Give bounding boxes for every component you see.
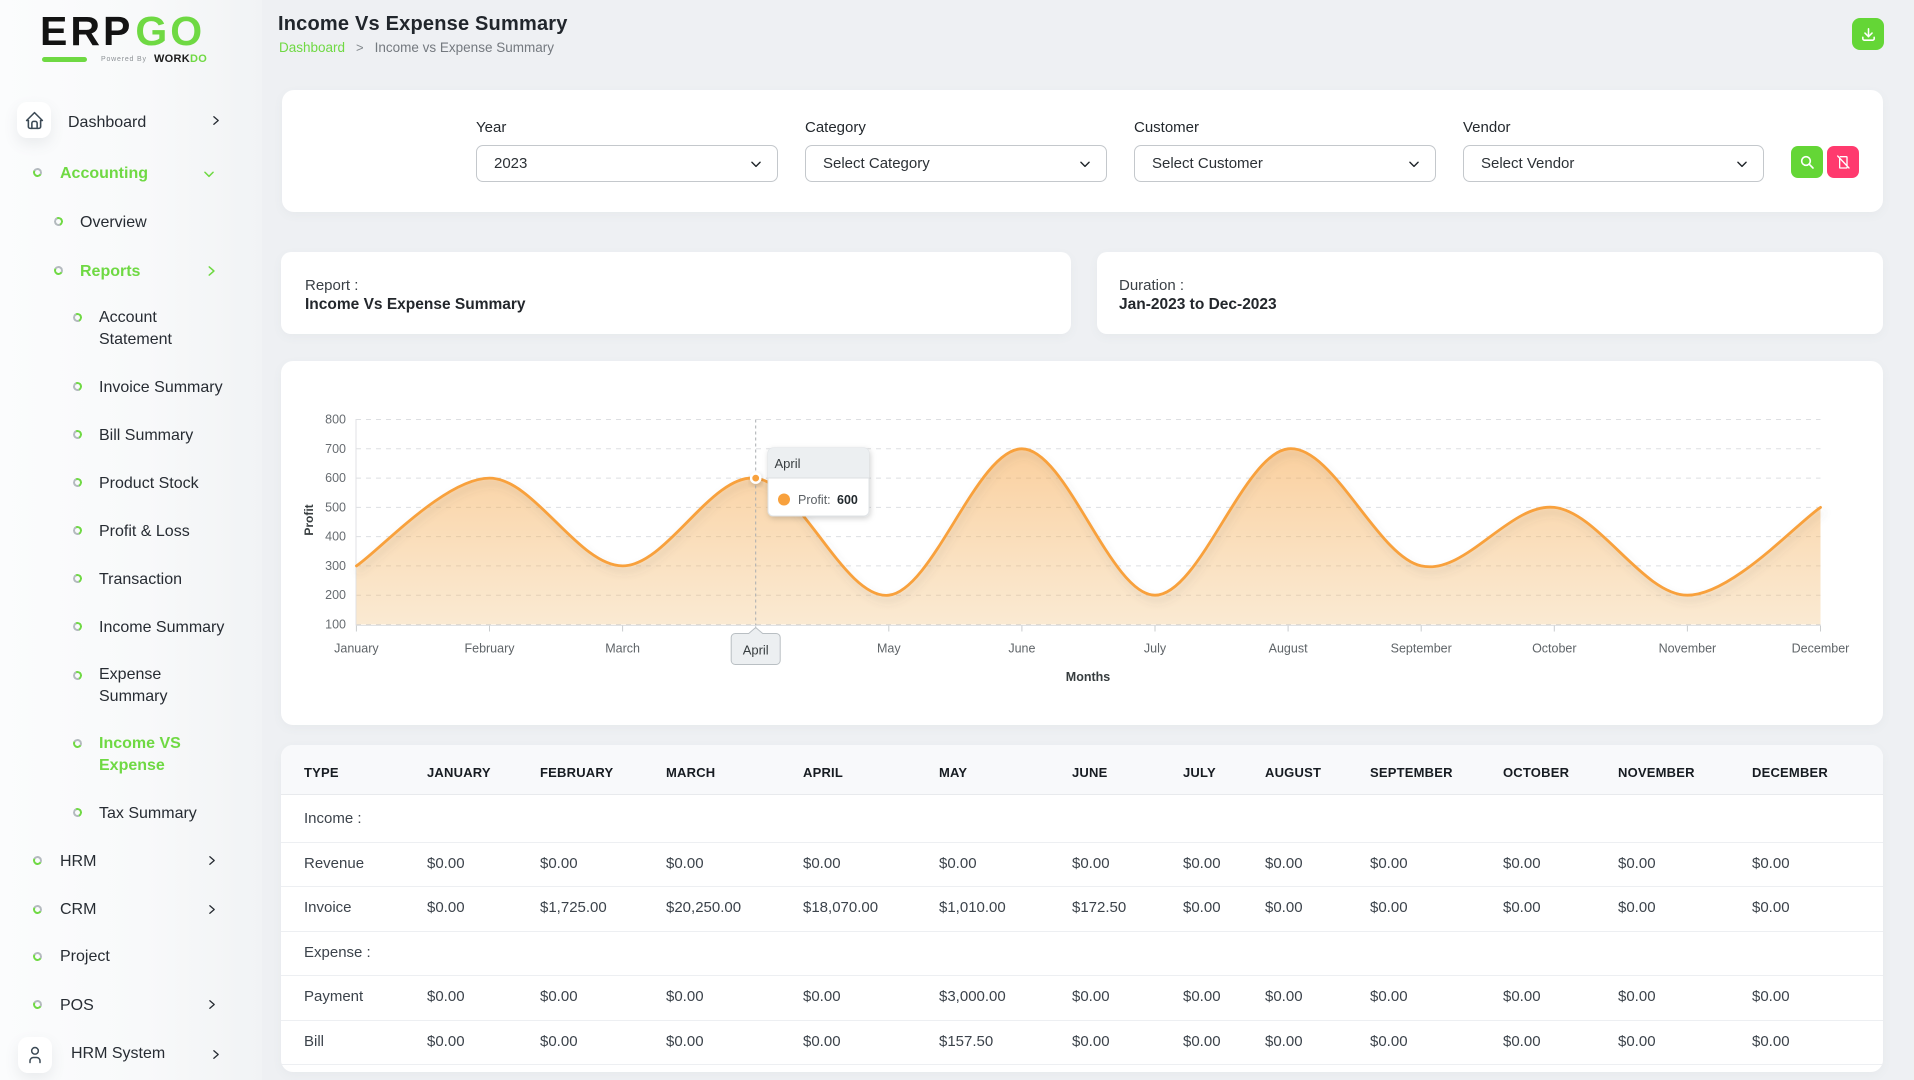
svg-text:400: 400 (325, 530, 346, 544)
svg-text:February: February (464, 642, 515, 656)
svg-text:100: 100 (325, 618, 346, 632)
svg-text:Profit:: Profit: (798, 493, 831, 507)
svg-text:200: 200 (325, 588, 346, 602)
svg-text:Months: Months (1066, 670, 1110, 684)
svg-text:December: December (1792, 642, 1850, 656)
svg-text:600: 600 (837, 493, 858, 507)
svg-text:August: August (1269, 642, 1308, 656)
svg-text:June: June (1008, 642, 1035, 656)
svg-text:November: November (1659, 642, 1717, 656)
svg-text:October: October (1532, 642, 1576, 656)
svg-text:July: July (1144, 642, 1167, 656)
svg-text:500: 500 (325, 500, 346, 514)
svg-text:March: March (605, 642, 640, 656)
svg-text:January: January (334, 642, 379, 656)
svg-text:800: 800 (325, 413, 346, 427)
svg-text:700: 700 (325, 442, 346, 456)
svg-text:600: 600 (325, 471, 346, 485)
svg-text:300: 300 (325, 559, 346, 573)
svg-text:April: April (775, 456, 801, 471)
svg-text:September: September (1391, 642, 1452, 656)
svg-text:Profit: Profit (302, 504, 316, 535)
svg-text:May: May (877, 642, 901, 656)
svg-text:April: April (743, 643, 769, 658)
